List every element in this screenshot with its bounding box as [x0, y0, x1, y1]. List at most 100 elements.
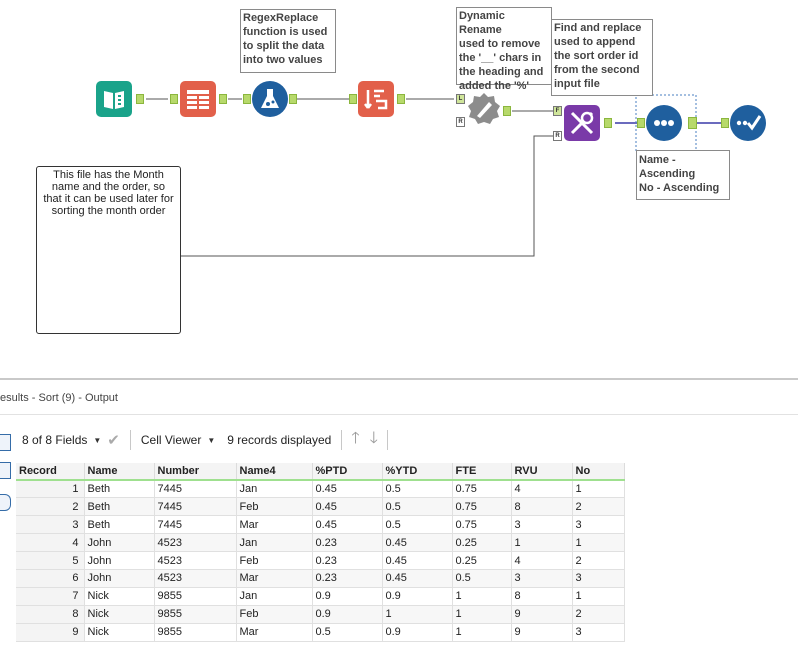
table-cell[interactable]: 0.9 [382, 587, 453, 606]
table-cell[interactable]: Feb [236, 497, 313, 517]
table-cell[interactable]: 0.45 [312, 480, 383, 499]
table-cell[interactable]: 0.9 [382, 623, 453, 642]
table-cell[interactable]: 3 [511, 515, 573, 535]
table-row[interactable]: 7 Nick 9855 Jan 0.9 0.9 1 8 1 [16, 587, 625, 606]
table-cell[interactable]: Beth [84, 480, 155, 499]
table-cell[interactable]: 2 [572, 605, 625, 624]
table-cell[interactable]: Nick [84, 605, 155, 624]
rename-output-anchor[interactable] [503, 106, 511, 116]
rename-right-anchor[interactable]: R [456, 117, 465, 127]
record-cell[interactable]: 5 [16, 551, 85, 570]
tag-view-icon[interactable] [0, 494, 11, 511]
table-cell[interactable]: 7445 [154, 480, 237, 499]
table-cell[interactable]: 0.5 [382, 515, 453, 535]
record-cell[interactable]: 2 [16, 497, 85, 517]
table-cell[interactable]: 0.5 [382, 480, 453, 499]
table-cell[interactable]: 0.5 [452, 569, 512, 588]
table-cell[interactable]: 0.45 [312, 497, 383, 517]
arrow-down-icon[interactable]: 🡓 [370, 427, 378, 454]
record-cell[interactable]: 3 [16, 515, 85, 535]
table-cell[interactable]: 9855 [154, 605, 237, 624]
input-output-anchor[interactable] [136, 94, 144, 104]
table-cell[interactable]: 9 [511, 605, 573, 624]
sort-output-anchor[interactable] [688, 117, 697, 129]
findreplace-find-anchor[interactable]: F [553, 106, 562, 116]
column-header[interactable]: %PTD [312, 463, 383, 481]
workflow-canvas[interactable]: L R F R RegexReplace function is used to… [0, 0, 798, 378]
table-cell[interactable]: Jan [236, 533, 313, 553]
table-cell[interactable]: 4 [511, 551, 573, 570]
table-row[interactable]: 8 Nick 9855 Feb 0.9 1 1 9 2 [16, 605, 625, 624]
table-cell[interactable]: Feb [236, 551, 313, 570]
table-cell[interactable]: 2 [572, 551, 625, 570]
table-cell[interactable]: 3 [572, 623, 625, 642]
findreplace-output-anchor[interactable] [604, 118, 612, 128]
sort-tool[interactable] [646, 105, 682, 141]
table-cell[interactable]: 0.75 [452, 480, 512, 499]
column-header[interactable]: Record [16, 463, 85, 481]
table-row[interactable]: 9 Nick 9855 Mar 0.5 0.9 1 9 3 [16, 623, 625, 642]
column-header[interactable]: FTE [452, 463, 512, 481]
column-header[interactable]: Name4 [236, 463, 313, 481]
table-cell[interactable]: 7445 [154, 497, 237, 517]
table-cell[interactable]: 0.5 [382, 497, 453, 517]
record-cell[interactable]: 1 [16, 480, 85, 499]
table-cell[interactable]: Nick [84, 623, 155, 642]
fields-dropdown[interactable]: 8 of 8 Fields ▼ ✔ [16, 428, 126, 452]
table-cell[interactable]: 0.45 [382, 569, 453, 588]
column-header[interactable]: %YTD [382, 463, 453, 481]
sort-input-anchor[interactable] [637, 118, 645, 128]
table-cell[interactable]: 0.23 [312, 569, 383, 588]
table-cell[interactable]: 0.45 [382, 551, 453, 570]
table-cell[interactable]: 9855 [154, 587, 237, 606]
table-cell[interactable]: 1 [382, 605, 453, 624]
table-cell[interactable]: 9855 [154, 623, 237, 642]
table-cell[interactable]: 1 [572, 587, 625, 606]
dynamic-rename-tool[interactable] [466, 91, 502, 127]
table-row[interactable]: 1 Beth 7445 Jan 0.45 0.5 0.75 4 1 [16, 480, 625, 499]
table-cell[interactable]: Beth [84, 497, 155, 517]
table-cell[interactable]: 4523 [154, 551, 237, 570]
table-cell[interactable]: 0.45 [382, 533, 453, 553]
arrow-up-icon[interactable]: 🡑 [351, 427, 359, 454]
comment-box[interactable]: This file has the Month name and the orde… [36, 166, 181, 334]
table-cell[interactable]: 0.25 [452, 551, 512, 570]
column-header[interactable]: RVU [511, 463, 573, 481]
table-row[interactable]: 3 Beth 7445 Mar 0.45 0.5 0.75 3 3 [16, 515, 625, 535]
column-header[interactable]: Number [154, 463, 237, 481]
table-cell[interactable]: Mar [236, 515, 313, 535]
table-row[interactable]: 6 John 4523 Mar 0.23 0.45 0.5 3 3 [16, 569, 625, 588]
table-cell[interactable]: 1 [452, 623, 512, 642]
select-tool[interactable] [180, 81, 216, 117]
table-cell[interactable]: 9 [511, 623, 573, 642]
table-view-icon[interactable] [0, 434, 11, 451]
table-row[interactable]: 5 John 4523 Feb 0.23 0.45 0.25 4 2 [16, 551, 625, 570]
select-output-anchor[interactable] [219, 94, 227, 104]
column-header[interactable]: No [572, 463, 625, 481]
select-input-anchor[interactable] [170, 94, 178, 104]
browse-tool[interactable] [730, 105, 766, 141]
multirow-input-anchor[interactable] [349, 94, 357, 104]
table-cell[interactable]: Jan [236, 587, 313, 606]
table-cell[interactable]: 7445 [154, 515, 237, 535]
table-cell[interactable]: John [84, 569, 155, 588]
table-cell[interactable]: 0.9 [312, 587, 383, 606]
check-icon[interactable]: ✔ [107, 431, 120, 449]
table-cell[interactable]: 8 [511, 497, 573, 517]
record-cell[interactable]: 9 [16, 623, 85, 642]
find-replace-tool[interactable] [564, 105, 600, 141]
table-cell[interactable]: 0.75 [452, 515, 512, 535]
table-cell[interactable]: 0.45 [312, 515, 383, 535]
table-cell[interactable]: Nick [84, 587, 155, 606]
multirow-output-anchor[interactable] [397, 94, 405, 104]
table-cell[interactable]: 3 [572, 569, 625, 588]
table-cell[interactable]: 3 [572, 515, 625, 535]
table-cell[interactable]: Feb [236, 605, 313, 624]
table-cell[interactable]: 4523 [154, 569, 237, 588]
table-cell[interactable]: 0.75 [452, 497, 512, 517]
record-cell[interactable]: 4 [16, 533, 85, 553]
browse-input-anchor[interactable] [721, 118, 729, 128]
table-cell[interactable]: 0.25 [452, 533, 512, 553]
cell-viewer-dropdown[interactable]: Cell Viewer ▼ [135, 428, 221, 452]
table-cell[interactable]: 0.23 [312, 533, 383, 553]
